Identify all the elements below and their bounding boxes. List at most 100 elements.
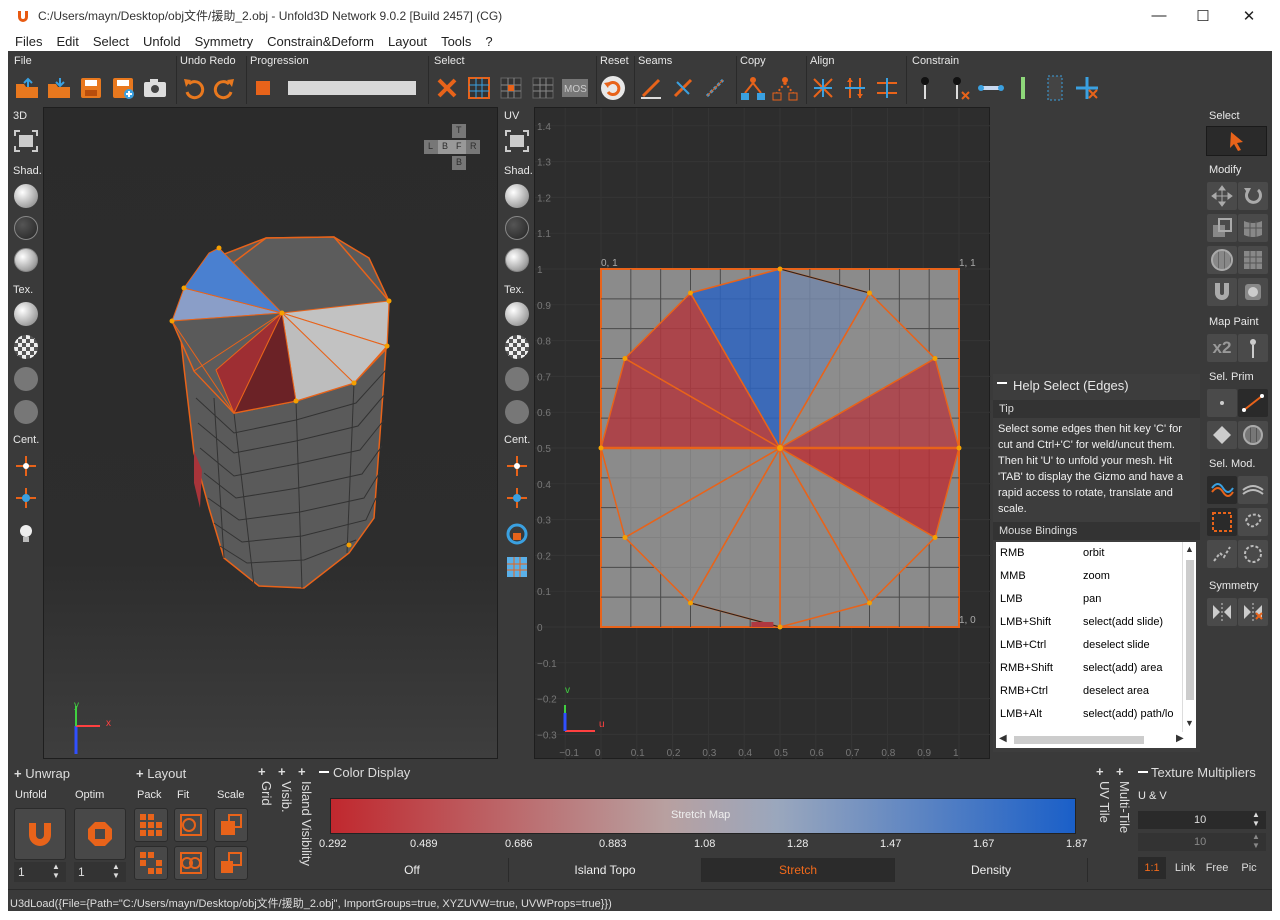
move-icon[interactable] (1207, 182, 1237, 210)
sel-box-icon[interactable] (1207, 508, 1237, 536)
viewport-uv[interactable]: 1.4 1.3 1.2 1.1 1 0.9 0.8 0.7 0.6 0.5 0.4 0.3 0.2 0.1… (534, 107, 991, 760)
island-visibility-expand-icon[interactable]: + (298, 764, 306, 779)
island-mode-icon[interactable] (1238, 421, 1268, 449)
uv-texture-numbers-icon[interactable] (503, 365, 531, 393)
constrain-grid-icon[interactable] (1040, 72, 1070, 104)
color-tab-island-topo[interactable]: Island Topo (509, 858, 702, 882)
shaded-sphere-icon[interactable] (12, 182, 40, 210)
texture-numbers-icon[interactable] (12, 365, 40, 393)
center-selection-icon[interactable] (12, 484, 40, 512)
paste-icon[interactable] (770, 72, 800, 104)
reset-icon[interactable] (598, 72, 628, 104)
cylinder-icon[interactable] (1238, 278, 1268, 306)
symmetry-apply-icon[interactable] (1238, 598, 1268, 626)
multi-tile-expand-icon[interactable]: + (1116, 764, 1124, 779)
select-all-icon[interactable] (464, 72, 494, 104)
menu-tools[interactable]: Tools (434, 34, 478, 49)
texture-plain-icon[interactable] (12, 300, 40, 328)
align-rotate-icon[interactable] (808, 72, 838, 104)
snapshot-icon[interactable] (140, 72, 170, 104)
edge-mode-icon[interactable] (1238, 389, 1268, 417)
minimize-button[interactable]: — (1136, 0, 1182, 31)
fit-origin-button[interactable] (174, 846, 208, 880)
redo-icon[interactable] (210, 72, 240, 104)
bindings-vscroll[interactable]: ▲ ▼ (1182, 542, 1196, 732)
save-icon[interactable] (76, 72, 106, 104)
paint-pin-icon[interactable] (1238, 334, 1268, 362)
scale-fit-button[interactable] (214, 846, 248, 880)
constrain-vertical-icon[interactable] (1008, 72, 1038, 104)
rotate-icon[interactable] (1238, 182, 1268, 210)
uv-center-pivot-icon[interactable] (503, 452, 531, 480)
uv-texture-logo-icon[interactable] (503, 398, 531, 426)
auto-seam-icon[interactable] (700, 72, 730, 104)
link-button[interactable]: Link (1170, 857, 1200, 879)
color-tab-density[interactable]: Density (895, 858, 1088, 882)
sel-ring-icon[interactable] (1238, 476, 1268, 504)
shaded-wire-sphere-icon[interactable] (12, 246, 40, 274)
color-tab-stretch[interactable]: Stretch (702, 858, 895, 882)
select-invert-icon[interactable] (496, 72, 526, 104)
uv-wireframe-icon[interactable] (503, 214, 531, 242)
optim-iterations[interactable]: 1 ▲ ▼ (74, 862, 126, 882)
pic-button[interactable]: Pic (1234, 857, 1264, 879)
menu-edit[interactable]: Edit (49, 34, 85, 49)
pin-icon[interactable] (910, 72, 940, 104)
deselect-icon[interactable] (432, 72, 462, 104)
vertex-mode-icon[interactable] (1207, 389, 1237, 417)
close-button[interactable]: ✕ (1226, 0, 1272, 31)
select-grow-icon[interactable] (528, 72, 558, 104)
color-display-collapse-icon[interactable] (318, 766, 330, 778)
texture-mult-collapse-icon[interactable] (1137, 766, 1149, 778)
unpin-icon[interactable] (944, 72, 974, 104)
x2-button[interactable]: x2 (1207, 334, 1237, 362)
sel-lasso-icon[interactable] (1238, 508, 1268, 536)
mult-v-field[interactable]: 10 ▲ ▼ (1138, 832, 1266, 851)
menu-constrain-deform[interactable]: Constrain&Deform (260, 34, 381, 49)
free-button[interactable]: Free (1202, 857, 1232, 879)
magnet-icon[interactable] (1207, 278, 1237, 306)
pack-options-button[interactable] (134, 846, 168, 880)
open-file-icon[interactable] (12, 72, 42, 104)
sel-paint-icon[interactable] (1207, 540, 1237, 568)
texture-checker-icon[interactable] (12, 333, 40, 361)
menu-help[interactable]: ? (478, 34, 499, 49)
uv-frame-view-icon[interactable] (503, 127, 531, 155)
center-pivot-icon[interactable] (12, 452, 40, 480)
scale-icon[interactable] (1207, 214, 1237, 242)
weld-seam-icon[interactable] (668, 72, 698, 104)
frame-view-icon[interactable] (12, 127, 40, 155)
save-as-icon[interactable] (108, 72, 138, 104)
menu-files[interactable]: Files (8, 34, 49, 49)
symmetry-mirror-icon[interactable] (1207, 598, 1237, 626)
constrain-horizontal-icon[interactable] (976, 72, 1006, 104)
collapse-icon[interactable] (996, 377, 1008, 389)
uv-tile-icon[interactable] (503, 553, 531, 581)
uv-center-selection-icon[interactable] (503, 484, 531, 512)
select-arrow-icon[interactable] (1206, 126, 1267, 156)
mult-u-field[interactable]: 10 ▲ ▼ (1138, 810, 1266, 829)
menu-select[interactable]: Select (86, 34, 136, 49)
plane-grid-icon[interactable] (1238, 246, 1268, 274)
color-tab-off[interactable]: Off (316, 858, 509, 882)
fit-button[interactable] (174, 808, 208, 842)
uv-tile-expand-icon[interactable]: + (1096, 764, 1104, 779)
unfold-iterations[interactable]: 1 ▲ ▼ (14, 862, 66, 882)
viewport-3d[interactable]: T L B F R B y x (43, 107, 498, 759)
sphere-grid-icon[interactable] (1207, 246, 1237, 274)
menu-unfold[interactable]: Unfold (136, 34, 188, 49)
pack-button[interactable] (134, 808, 168, 842)
uv-shaded-wire-icon[interactable] (503, 246, 531, 274)
sel-circle-icon[interactable] (1238, 540, 1268, 568)
optimize-button[interactable] (74, 808, 126, 860)
bindings-hscroll[interactable]: ◀ ▶ (996, 732, 1196, 748)
mos-icon[interactable]: MOS (560, 72, 590, 104)
scale-1-1-button[interactable] (214, 808, 248, 842)
uv-texture-plain-icon[interactable] (503, 300, 531, 328)
import-file-icon[interactable] (44, 72, 74, 104)
menu-layout[interactable]: Layout (381, 34, 434, 49)
light-bulb-icon[interactable] (12, 520, 40, 548)
face-mode-icon[interactable] (1207, 421, 1237, 449)
constrain-clear-icon[interactable] (1072, 72, 1102, 104)
sel-loop-icon[interactable] (1207, 476, 1237, 504)
